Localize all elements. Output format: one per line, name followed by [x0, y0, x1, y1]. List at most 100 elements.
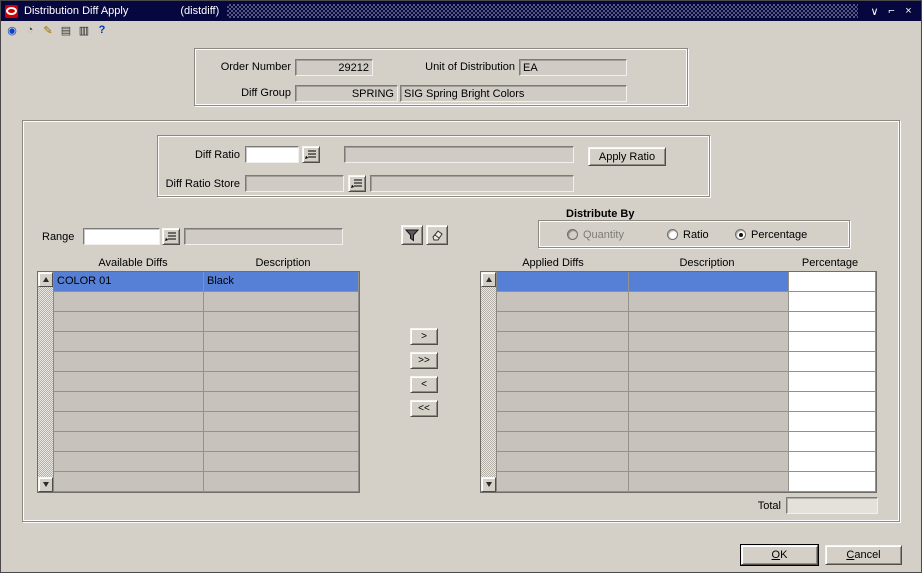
diff-ratio-lov-button[interactable]	[302, 146, 320, 163]
ok-button-label: OK	[771, 549, 788, 561]
table-row[interactable]	[497, 292, 876, 312]
help-icon[interactable]: ?	[95, 23, 109, 37]
table-row[interactable]: COLOR 01 Black	[54, 272, 359, 292]
percentage-cell[interactable]	[789, 432, 876, 452]
table-row[interactable]	[54, 372, 359, 392]
table-row[interactable]	[54, 412, 359, 432]
distribution-diff-apply-window: Distribution Diff Apply (distdiff) ∨ ⌐ ×…	[0, 0, 922, 573]
globe-icon[interactable]: ◉	[5, 23, 19, 37]
table-row[interactable]	[54, 332, 359, 352]
scroll-up-button[interactable]	[38, 272, 53, 287]
table-row[interactable]	[54, 292, 359, 312]
move-all-left-button[interactable]: <<	[410, 400, 438, 417]
order-number-field[interactable]: 29212	[295, 59, 373, 76]
print-icon[interactable]: ▥	[77, 23, 91, 37]
eraser-icon	[432, 229, 443, 240]
diff-ratio-label: Diff Ratio	[194, 149, 240, 161]
scrollbar-track[interactable]	[481, 287, 496, 477]
diff-ratio-description-field[interactable]	[344, 146, 574, 163]
applied-diffs-table	[480, 271, 877, 493]
diff-group-label: Diff Group	[241, 87, 291, 99]
available-diffs-scrollbar[interactable]	[38, 272, 54, 492]
diff-ratio-store-field[interactable]	[245, 175, 344, 192]
apply-ratio-button[interactable]: Apply Ratio	[588, 147, 666, 166]
percentage-radio-label: Percentage	[751, 229, 808, 241]
available-diffs-grid: COLOR 01 Black	[54, 272, 359, 492]
table-row[interactable]	[497, 432, 876, 452]
maximize-button[interactable]: ⌐	[883, 4, 900, 19]
total-label: Total	[757, 500, 781, 512]
diff-ratio-input[interactable]	[245, 146, 299, 163]
minimize-button[interactable]: ∨	[866, 4, 883, 19]
table-row[interactable]	[54, 472, 359, 492]
percentage-cell[interactable]	[789, 292, 876, 312]
percentage-cell[interactable]	[789, 392, 876, 412]
diff-ratio-store-description-field[interactable]	[370, 175, 574, 192]
up-arrow-icon	[485, 277, 492, 282]
available-diffs-table: COLOR 01 Black	[37, 271, 360, 493]
range-lov-button[interactable]	[162, 228, 180, 245]
table-row[interactable]	[497, 452, 876, 472]
applied-diffs-scrollbar[interactable]	[481, 272, 497, 492]
table-row[interactable]	[54, 452, 359, 472]
ratio-radio-label: Ratio	[683, 229, 709, 241]
table-row[interactable]	[54, 432, 359, 452]
range-label: Range	[42, 231, 75, 243]
applied-description-header: Description	[679, 257, 735, 269]
diff-ratio-panel: Diff Ratio Apply Ratio Diff Ratio Store	[157, 135, 710, 197]
diff-group-description-field[interactable]: SIG Spring Bright Colors	[400, 85, 627, 102]
edit-icon[interactable]: ✎	[41, 23, 55, 37]
range-description-field[interactable]	[184, 228, 343, 245]
range-input[interactable]	[83, 228, 160, 245]
close-button[interactable]: ×	[900, 4, 917, 19]
table-row[interactable]	[497, 332, 876, 352]
percentage-cell[interactable]	[789, 412, 876, 432]
available-description-cell: Black	[204, 272, 359, 292]
table-row[interactable]	[497, 472, 876, 492]
move-all-right-button[interactable]: >>	[410, 352, 438, 369]
cancel-button[interactable]: Cancel	[825, 545, 902, 565]
clock-icon[interactable]: ◔	[23, 23, 37, 37]
scroll-down-button[interactable]	[38, 477, 53, 492]
scroll-up-button[interactable]	[481, 272, 496, 287]
clipboard-icon[interactable]: ▤	[59, 23, 73, 37]
list-of-values-icon	[165, 232, 176, 241]
available-diff-cell: COLOR 01	[54, 272, 204, 292]
table-row[interactable]	[497, 392, 876, 412]
scroll-down-button[interactable]	[481, 477, 496, 492]
quantity-radio-label: Quantity	[583, 229, 624, 241]
table-row[interactable]	[497, 412, 876, 432]
unit-of-distribution-label: Unit of Distribution	[425, 61, 515, 73]
table-row[interactable]	[54, 392, 359, 412]
unit-of-distribution-field[interactable]: EA	[519, 59, 627, 76]
clear-button[interactable]	[426, 225, 448, 245]
window-subtitle: (distdiff)	[180, 5, 220, 17]
percentage-cell[interactable]	[789, 452, 876, 472]
table-row[interactable]	[497, 272, 876, 292]
list-of-values-icon	[351, 179, 362, 188]
percentage-cell[interactable]	[789, 372, 876, 392]
diff-ratio-store-lov-button[interactable]	[348, 175, 366, 192]
percentage-cell[interactable]	[789, 312, 876, 332]
order-number-label: Order Number	[220, 61, 291, 73]
ratio-radio[interactable]	[667, 229, 678, 240]
table-row[interactable]	[497, 372, 876, 392]
percentage-radio[interactable]	[735, 229, 746, 240]
ok-button[interactable]: OK	[740, 544, 819, 566]
table-row[interactable]	[497, 352, 876, 372]
diff-group-field[interactable]: SPRING	[295, 85, 398, 102]
move-right-button[interactable]: >	[410, 328, 438, 345]
move-left-button[interactable]: <	[410, 376, 438, 393]
percentage-cell[interactable]	[789, 272, 876, 292]
percentage-cell[interactable]	[789, 352, 876, 372]
filter-button[interactable]	[401, 225, 423, 245]
percentage-cell[interactable]	[789, 332, 876, 352]
percentage-header: Percentage	[801, 257, 859, 269]
table-row[interactable]	[54, 352, 359, 372]
table-row[interactable]	[54, 312, 359, 332]
table-row[interactable]	[497, 312, 876, 332]
quantity-radio[interactable]	[567, 229, 578, 240]
percentage-cell[interactable]	[789, 472, 876, 492]
titlebar: Distribution Diff Apply (distdiff) ∨ ⌐ ×	[1, 1, 921, 21]
scrollbar-track[interactable]	[38, 287, 53, 477]
